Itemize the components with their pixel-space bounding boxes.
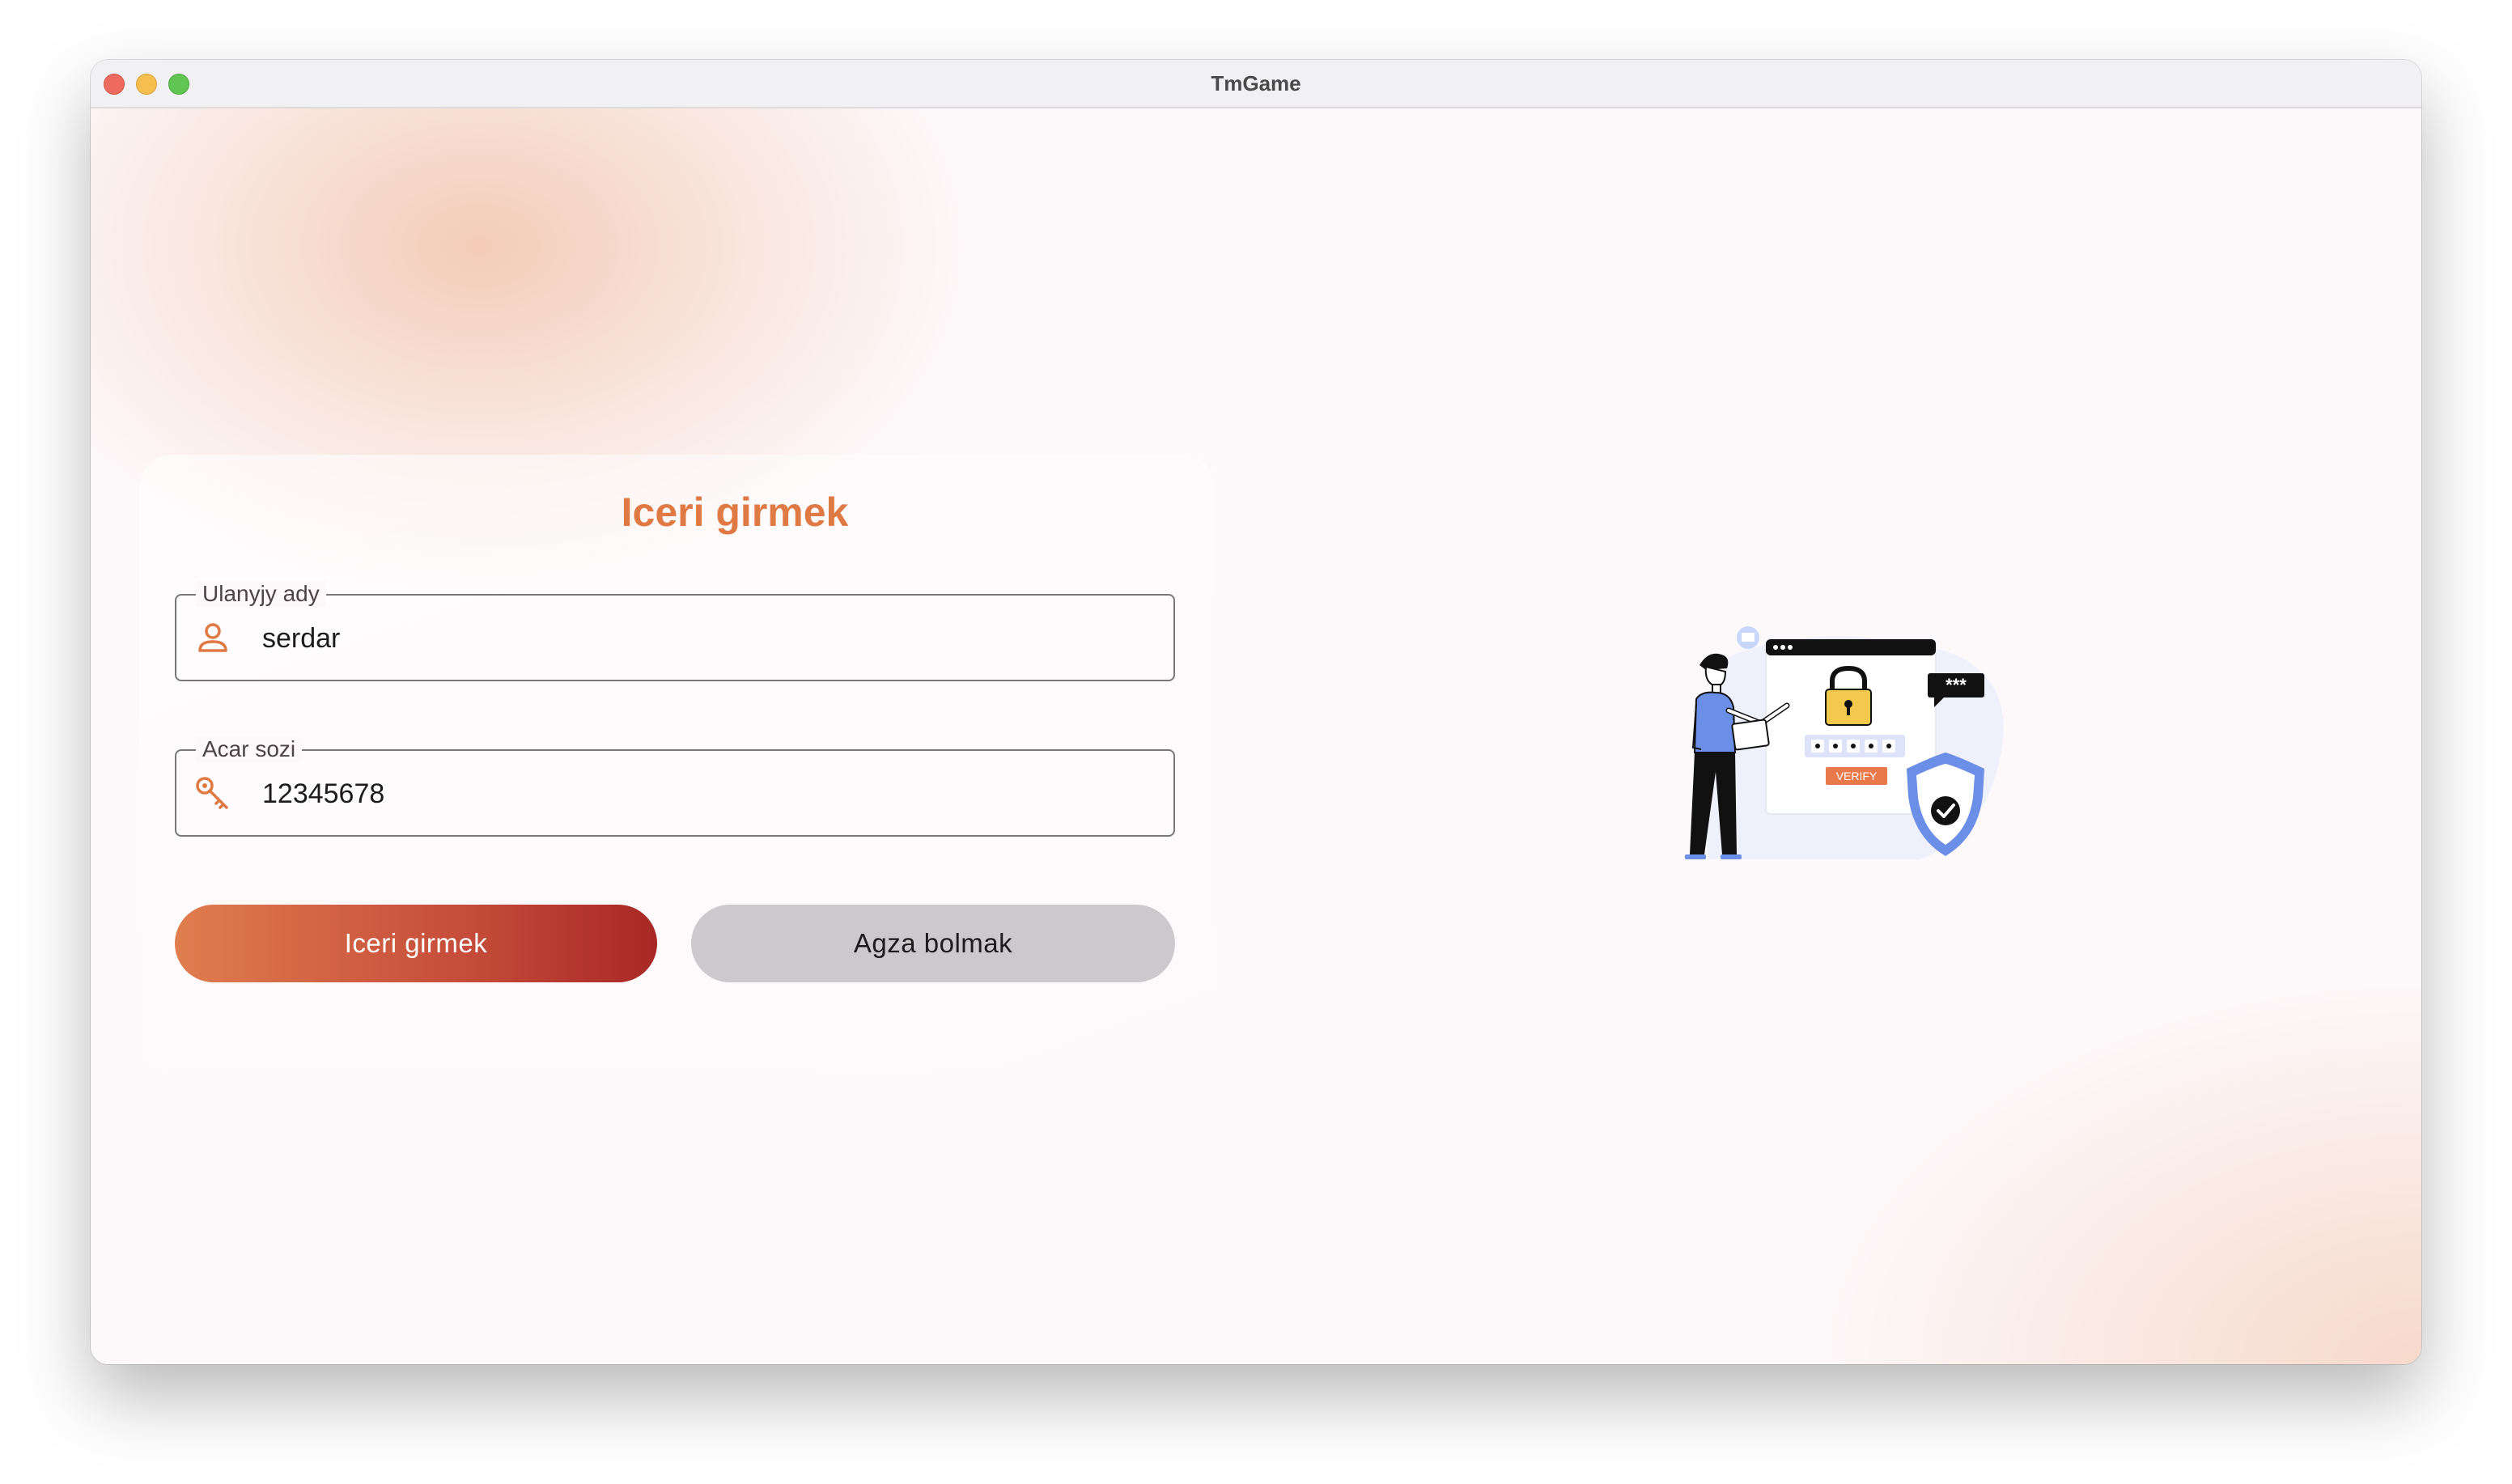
username-input[interactable]: serdar <box>262 623 340 655</box>
title-bar: TmGame <box>91 60 2421 108</box>
verify-label: VERIFY <box>1836 770 1878 782</box>
password-input[interactable]: 12345678 <box>262 778 384 810</box>
key-icon <box>194 775 231 812</box>
username-label: Ulanyjy ady <box>196 581 326 607</box>
security-illustration: VERIFY *** <box>1677 626 2033 869</box>
app-window: TmGame Iceri girmek Ulanyjy ady serdar A… <box>91 60 2421 1364</box>
person-icon <box>194 620 231 657</box>
login-title: Iceri girmek <box>621 490 849 535</box>
password-stars: *** <box>1946 675 1967 695</box>
username-field[interactable]: Ulanyjy ady serdar <box>175 581 1175 681</box>
register-button[interactable]: Agza bolmak <box>691 905 1175 982</box>
window-title: TmGame <box>1211 71 1301 95</box>
login-button[interactable]: Iceri girmek <box>175 905 657 982</box>
main-content <box>91 108 2421 1364</box>
password-field[interactable]: Acar sozi 12345678 <box>175 736 1175 837</box>
password-label: Acar sozi <box>196 736 303 762</box>
